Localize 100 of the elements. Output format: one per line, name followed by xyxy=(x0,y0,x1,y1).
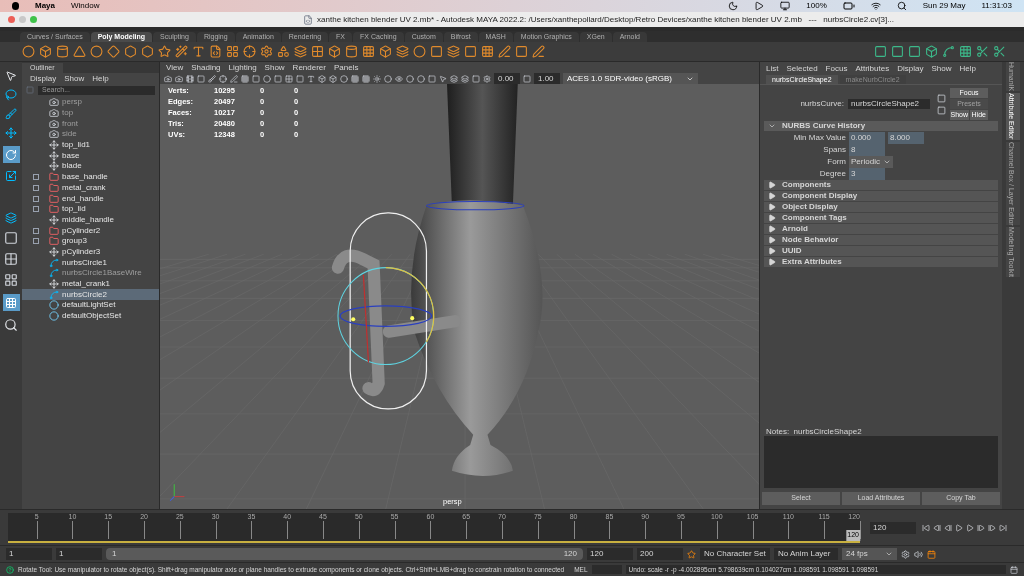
cylinder-icon[interactable] xyxy=(56,45,69,58)
outliner-item[interactable]: top xyxy=(22,107,159,119)
menu-item[interactable]: Display xyxy=(30,72,57,85)
toolbar-icon[interactable] xyxy=(450,74,458,83)
menu-clock[interactable]: 11:31:03 xyxy=(981,0,1012,12)
toolbar-icon[interactable] xyxy=(175,74,183,83)
cube-icon[interactable] xyxy=(328,45,341,58)
cube-icon[interactable] xyxy=(379,45,392,58)
section-header[interactable]: Component Display xyxy=(764,191,998,201)
menu-item[interactable]: Show xyxy=(931,62,952,75)
exposure-field[interactable]: 0.00 xyxy=(494,72,520,85)
toolbar-icon[interactable] xyxy=(340,74,348,83)
color-space-dropdown[interactable]: ACES 1.0 SDR-video (sRGB) xyxy=(563,72,698,85)
shapes-icon[interactable] xyxy=(277,45,290,58)
move-tool-icon[interactable] xyxy=(5,127,17,139)
toolbar-icon[interactable] xyxy=(395,74,403,83)
range-slider[interactable]: 1 120 xyxy=(106,548,583,560)
grid-icon[interactable] xyxy=(362,45,375,58)
outliner-item[interactable]: middle_handle xyxy=(22,214,159,226)
end-field[interactable]: 200 xyxy=(637,548,683,560)
toolbar-icon[interactable] xyxy=(318,74,326,83)
menu-item[interactable]: Help xyxy=(92,72,109,85)
menu-item[interactable]: View xyxy=(166,61,184,74)
grid-icon[interactable] xyxy=(226,45,239,58)
search-icon[interactable] xyxy=(4,318,18,332)
section-header[interactable]: Node Behavior xyxy=(764,235,998,245)
toolbar-icon[interactable] xyxy=(296,74,304,83)
number-field[interactable]: 0.000 xyxy=(849,131,885,144)
select-tool-icon[interactable] xyxy=(5,70,17,82)
outliner-item[interactable]: nurbsCircle1 xyxy=(22,257,159,268)
menu-item[interactable]: Help xyxy=(959,62,976,75)
toolbar-icon[interactable] xyxy=(186,74,194,83)
toolbar-icon[interactable] xyxy=(307,74,315,83)
outliner-item[interactable]: nurbsCircle1BaseWire xyxy=(22,268,159,279)
outliner-item[interactable]: defaultLightSet xyxy=(22,300,159,311)
outliner-item[interactable]: side xyxy=(22,129,159,140)
outliner-item[interactable]: base_handle xyxy=(22,171,159,183)
toolbar-icon[interactable] xyxy=(362,74,370,83)
scissors-icon[interactable] xyxy=(993,45,1006,58)
menu-item[interactable]: Shading xyxy=(191,61,221,74)
toolbar-icon[interactable] xyxy=(461,74,469,83)
range-end-field[interactable]: 120 xyxy=(587,548,633,560)
menu-item[interactable]: Show xyxy=(264,61,285,74)
node-name-field[interactable]: nurbsCircleShape2 xyxy=(848,99,930,109)
gear-icon[interactable] xyxy=(260,45,273,58)
grid-icon[interactable] xyxy=(481,45,494,58)
rotate-tool-button[interactable] xyxy=(2,146,20,163)
section-header[interactable]: Component Tags xyxy=(764,213,998,223)
playback-icon[interactable] xyxy=(922,523,930,532)
cube-icon[interactable] xyxy=(925,45,938,58)
outliner-view-button[interactable] xyxy=(2,294,20,311)
circle-icon[interactable] xyxy=(413,45,426,58)
wifi-icon[interactable] xyxy=(870,1,881,11)
section-header[interactable]: UUID xyxy=(764,246,998,256)
lasso-tool-icon[interactable] xyxy=(5,89,17,101)
toolbar-icon[interactable] xyxy=(197,74,205,83)
toolbar-icon[interactable] xyxy=(285,74,293,83)
section-header[interactable]: NURBS Curve History xyxy=(764,121,998,131)
scale-tool-icon[interactable] xyxy=(5,170,17,182)
menu-item[interactable]: Selected xyxy=(786,62,818,75)
outliner-item[interactable]: blade xyxy=(22,161,159,172)
toolbar-icon[interactable] xyxy=(384,74,392,83)
cube-icon[interactable] xyxy=(39,45,52,58)
toolbar-icon[interactable] xyxy=(373,74,381,83)
close-button[interactable] xyxy=(8,16,15,23)
toolbar-icon[interactable] xyxy=(164,74,172,83)
settings-icon[interactable] xyxy=(901,549,910,559)
layers-icon[interactable] xyxy=(447,45,460,58)
sound-icon[interactable] xyxy=(914,549,923,559)
number-field[interactable]: 8.000 xyxy=(888,131,924,144)
menu-item[interactable]: Attributes xyxy=(855,62,890,75)
outliner-item[interactable]: pCylinder2 xyxy=(22,225,159,236)
play-icon[interactable] xyxy=(754,1,765,11)
playback-icon[interactable] xyxy=(999,523,1007,532)
playback-icon[interactable] xyxy=(977,523,985,532)
calendar-icon[interactable] xyxy=(927,549,936,559)
two-view-icon[interactable] xyxy=(4,273,18,287)
square-icon[interactable] xyxy=(430,45,443,58)
playback-icon[interactable] xyxy=(944,523,952,532)
paint-tool-icon[interactable] xyxy=(5,108,17,120)
single-view-icon[interactable] xyxy=(4,231,18,245)
menu-date[interactable]: Sun 29 May xyxy=(922,0,966,12)
section-header[interactable]: Components xyxy=(764,180,998,190)
menu-item[interactable]: Display xyxy=(897,62,924,75)
square-icon[interactable] xyxy=(891,45,904,58)
anim-layer-dropdown[interactable]: No Anim Layer xyxy=(774,548,838,560)
outliner-item[interactable]: group3 xyxy=(22,235,159,247)
outliner-item[interactable]: defaultObjectSet xyxy=(22,310,159,322)
scissors-icon[interactable] xyxy=(976,45,989,58)
outliner-item[interactable]: persp xyxy=(22,97,159,108)
toolbar-icon[interactable] xyxy=(241,74,249,83)
grid-icon[interactable] xyxy=(959,45,972,58)
fps-dropdown[interactable]: 24 fps xyxy=(842,548,897,560)
square-icon[interactable] xyxy=(515,45,528,58)
character-set-dropdown[interactable]: No Character Set xyxy=(700,548,770,560)
outliner-item[interactable]: nurbsCircle2 xyxy=(22,289,159,301)
display-icon[interactable] xyxy=(780,1,791,11)
menu-item[interactable]: Renderer xyxy=(292,61,326,74)
toolbar-icon[interactable] xyxy=(230,74,238,83)
pen-icon[interactable] xyxy=(532,45,545,58)
